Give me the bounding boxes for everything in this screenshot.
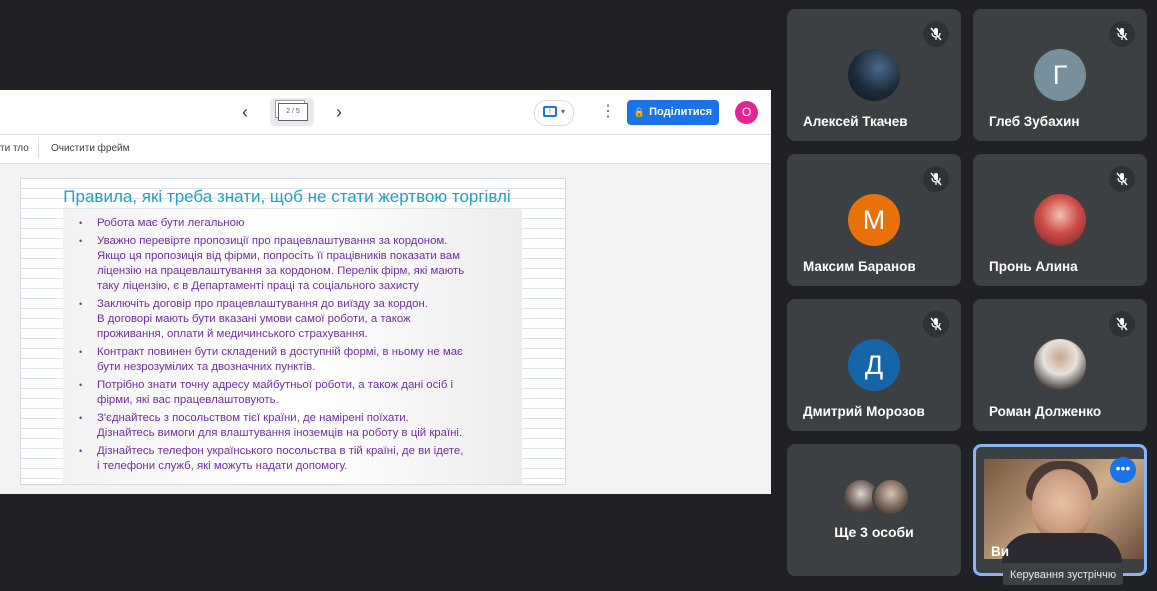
slide-body: • Робота має бути легальною • Уважно переві… — [63, 209, 522, 484]
share-button[interactable]: 🔒 Поділитися — [627, 100, 719, 125]
caret-down-icon: ▾ — [561, 107, 566, 116]
bullet-icon: • — [79, 347, 83, 357]
mic-off-icon — [923, 166, 949, 192]
rule-line: бути незрозумілих та двозначних пунктів. — [97, 361, 316, 373]
avatar — [1034, 194, 1086, 246]
participant-name: Алексей Ткачев — [803, 114, 908, 129]
rule-item: • Уважно перевірте пропозиції про працевл… — [63, 234, 464, 294]
rule-item: • Заключіть договір про працевлаштування … — [63, 297, 464, 342]
jam-canvas[interactable]: Правила, які треба знати, щоб не стати ж… — [20, 178, 566, 485]
rules-list: • Робота має бути легальною • Уважно переві… — [63, 209, 464, 474]
rule-line: Дізнайтесь телефон українського посольст… — [97, 445, 464, 457]
rule-line: Робота має бути легальною — [97, 217, 245, 229]
more-participants-tile[interactable]: Ще 3 особи — [787, 444, 961, 576]
self-name: Ви — [991, 544, 1010, 559]
avatar: Г — [1034, 49, 1086, 101]
avatar — [872, 478, 910, 516]
jamboard-toolbar: ‹ 2 / 5 › ↑ ▾ ⋮ 🔒 Поділитися О — [0, 90, 771, 135]
frame-indicator: 2 / 5 — [278, 103, 308, 121]
mic-off-icon — [1109, 311, 1135, 337]
avatar: М — [848, 194, 900, 246]
rule-line: таку ліцензію, є в Департаменті праці та… — [97, 280, 419, 292]
rule-line: Заключіть договір про працевлаштування д… — [97, 298, 428, 310]
avatar — [1034, 339, 1086, 391]
mic-off-icon — [923, 21, 949, 47]
rule-line: і телефони служб, які можуть надати допо… — [97, 460, 348, 472]
rule-item: • Потрібно знати точну адресу майбутньої … — [63, 378, 464, 408]
rule-line: фірми, які вас працевлаштовують. — [97, 394, 279, 406]
participant-tile[interactable]: М Максим Баранов — [787, 154, 961, 286]
account-avatar[interactable]: О — [735, 101, 758, 124]
participant-tile[interactable]: Роман Долженко — [973, 299, 1147, 431]
more-vert-icon[interactable]: ⋮ — [600, 102, 616, 122]
more-participants-label: Ще 3 особи — [834, 524, 914, 540]
toolbar-divider — [38, 140, 39, 158]
slide-title: Правила, які треба знати, щоб не стати ж… — [63, 187, 511, 206]
rule-line: З'єднайтесь з посольством тієї країни, д… — [97, 412, 409, 424]
participant-tile[interactable]: Пронь Алина — [973, 154, 1147, 286]
clear-frame-button[interactable]: Очистити фрейм — [51, 143, 130, 154]
secondary-toolbar: ти тло Очистити фрейм — [0, 135, 771, 164]
rule-item: • З'єднайтесь з посольством тієї країни, … — [63, 411, 464, 441]
next-frame-chevron-icon[interactable]: › — [330, 103, 348, 121]
bullet-icon: • — [79, 218, 83, 228]
prev-frame-chevron-icon[interactable]: ‹ — [236, 103, 254, 121]
share-label: Поділитися — [649, 106, 713, 118]
rule-line: В договорі мають бути вказані умови само… — [97, 313, 411, 325]
bullet-icon: • — [79, 299, 83, 309]
lock-icon: 🔒 — [633, 107, 646, 117]
rule-item: • Робота має бути легальною — [63, 216, 464, 231]
participant-name: Дмитрий Морозов — [803, 404, 925, 419]
mic-off-icon — [1109, 21, 1135, 47]
bullet-icon: • — [79, 236, 83, 246]
avatar — [848, 49, 900, 101]
rule-line: ліцензію на працевлаштування за кордоном… — [97, 265, 465, 277]
bullet-icon: • — [79, 446, 83, 456]
rule-item: • Дізнайтесь телефон українського посольс… — [63, 444, 464, 474]
self-tile[interactable]: ••• Ви — [973, 444, 1147, 576]
presentation-area: ‹ 2 / 5 › ↑ ▾ ⋮ 🔒 Поділитися О ти тло Очи… — [0, 90, 771, 494]
participant-name: Глеб Зубахин — [989, 114, 1080, 129]
rule-line: Дізнайтесь вимоги для влаштування інозем… — [97, 427, 463, 439]
rule-line: Потрібно знати точну адресу майбутньої р… — [97, 379, 454, 391]
participant-name: Пронь Алина — [989, 259, 1078, 274]
rule-item: • Контракт повинен бути складений в досту… — [63, 345, 464, 375]
participant-name: Максим Баранов — [803, 259, 916, 274]
frame-bar-button[interactable]: 2 / 5 — [270, 98, 314, 126]
video-face — [1032, 469, 1092, 543]
participant-tile[interactable]: Алексей Ткачев — [787, 9, 961, 141]
present-to-meeting-button[interactable]: ↑ ▾ — [534, 100, 574, 126]
present-icon: ↑ — [543, 106, 557, 117]
meeting-controls-tooltip: Керування зустріччю — [1003, 565, 1124, 585]
rule-line: Контракт повинен бути складений в доступ… — [97, 346, 463, 358]
rule-line: Уважно перевірте пропозиції про працевла… — [97, 235, 448, 247]
more-horiz-icon[interactable]: ••• — [1110, 457, 1136, 483]
video-shoulders — [1002, 533, 1122, 563]
set-background-button[interactable]: ти тло — [0, 143, 29, 154]
participant-name: Роман Долженко — [989, 404, 1102, 419]
rule-line: Якщо ця пропозиція від фірми, попросіть … — [97, 250, 460, 262]
bullet-icon: • — [79, 380, 83, 390]
participant-tile[interactable]: Д Дмитрий Морозов — [787, 299, 961, 431]
bullet-icon: • — [79, 413, 83, 423]
mic-off-icon — [923, 311, 949, 337]
participant-tile[interactable]: Г Глеб Зубахин — [973, 9, 1147, 141]
mic-off-icon — [1109, 166, 1135, 192]
avatar: Д — [848, 339, 900, 391]
rule-line: проживання, оплати й медичинського страх… — [97, 328, 368, 340]
